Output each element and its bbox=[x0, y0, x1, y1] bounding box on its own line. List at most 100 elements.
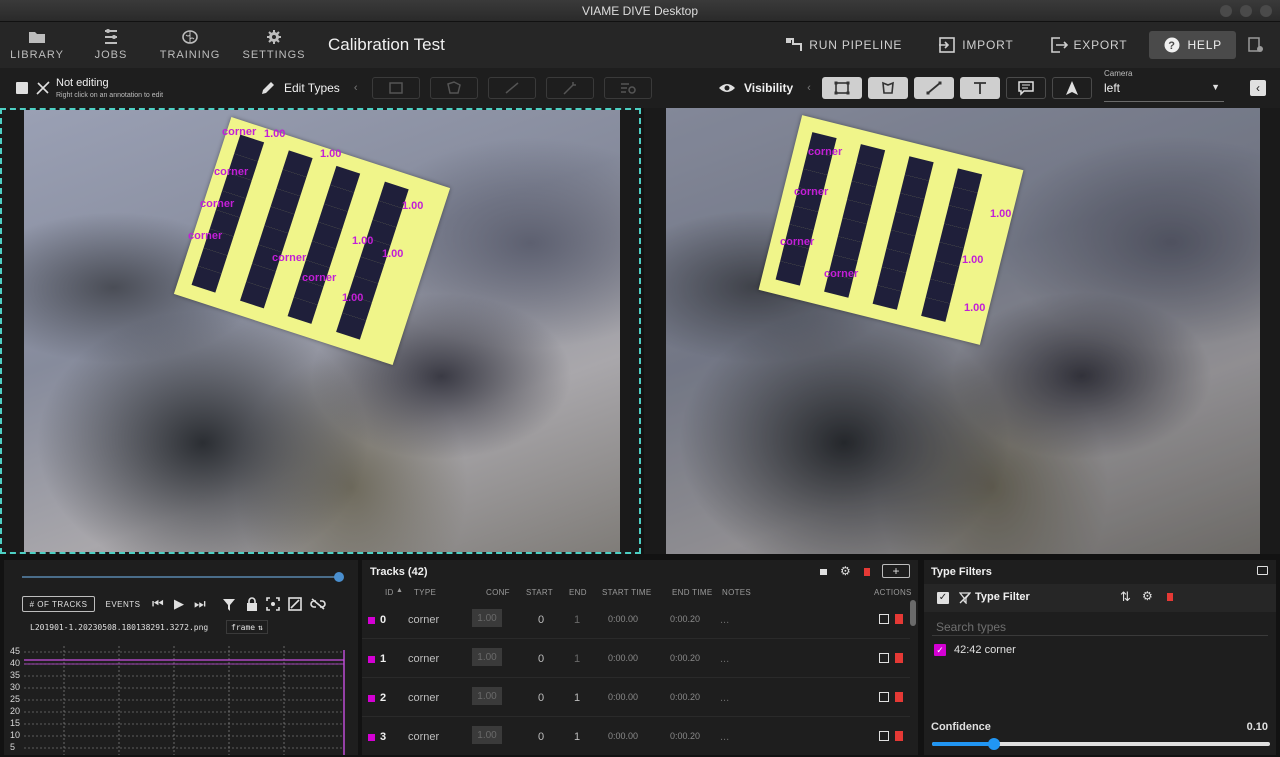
show-rectangles-toggle[interactable] bbox=[822, 77, 862, 99]
annotation-label[interactable]: corner bbox=[188, 230, 222, 242]
show-polygons-toggle[interactable] bbox=[868, 77, 908, 99]
confidence-slider[interactable] bbox=[932, 738, 1270, 750]
column-header-conf[interactable]: CONF bbox=[486, 588, 510, 597]
annotation-label[interactable]: corner bbox=[794, 186, 828, 198]
frame-slider[interactable] bbox=[22, 572, 344, 582]
track-row[interactable]: 3 corner 1.00 0 1 0:00.00 0:00.20 ... bbox=[362, 717, 910, 755]
camera-select[interactable]: Camera left ▼ bbox=[1104, 68, 1224, 108]
track-row[interactable]: 0 corner 1.00 0 1 0:00.00 0:00.20 ... bbox=[362, 600, 910, 639]
annotation-label[interactable]: corner bbox=[302, 272, 336, 284]
delete-track-icon[interactable] bbox=[895, 731, 903, 741]
column-header-end-time[interactable]: END TIME bbox=[672, 588, 712, 597]
link-off-icon[interactable] bbox=[310, 598, 326, 610]
collapse-panel-button[interactable]: ‹ bbox=[1250, 80, 1266, 96]
center-focus-icon[interactable] bbox=[266, 597, 280, 611]
minimize-button[interactable] bbox=[1220, 5, 1232, 17]
annotation-label[interactable]: corner bbox=[200, 198, 234, 210]
line-icon bbox=[926, 81, 942, 95]
nav-jobs[interactable]: JOBS bbox=[74, 22, 148, 68]
edit-segment-tool[interactable] bbox=[604, 77, 652, 99]
track-row[interactable]: 2 corner 1.00 0 1 0:00.00 0:00.20 ... bbox=[362, 678, 910, 717]
lock-icon[interactable] bbox=[246, 597, 258, 611]
window-title-bar: VIAME DIVE Desktop bbox=[0, 0, 1280, 22]
annotation-label[interactable]: corner bbox=[272, 252, 306, 264]
column-header-type[interactable]: TYPE bbox=[414, 588, 436, 597]
import-icon bbox=[939, 37, 956, 53]
run-pipeline-button[interactable]: RUN PIPELINE bbox=[771, 31, 916, 59]
show-text-toggle[interactable] bbox=[960, 77, 1000, 99]
show-lines-toggle[interactable] bbox=[914, 77, 954, 99]
annotation-confidence: 1.00 bbox=[264, 128, 286, 140]
collapse-icon[interactable] bbox=[1257, 566, 1268, 575]
column-header-end[interactable]: END bbox=[569, 588, 587, 597]
column-header-notes[interactable]: NOTES bbox=[722, 588, 751, 597]
edit-line-tool[interactable] bbox=[488, 77, 536, 99]
sort-icon[interactable]: ⇅ bbox=[1120, 589, 1131, 605]
image-edit-icon[interactable] bbox=[288, 597, 302, 611]
annotation-label[interactable]: corner bbox=[808, 146, 842, 158]
annotation-label[interactable]: corner bbox=[824, 268, 858, 280]
skip-next-icon[interactable]: ⏭ bbox=[194, 596, 206, 612]
skip-previous-icon[interactable]: ⏮ bbox=[152, 596, 164, 612]
show-tooltip-toggle[interactable] bbox=[1006, 77, 1046, 99]
no-edit-icon bbox=[36, 81, 50, 95]
delete-track-icon[interactable] bbox=[895, 692, 903, 702]
track-row[interactable]: 1 corner 1.00 0 1 0:00.00 0:00.20 ... bbox=[362, 639, 910, 678]
edit-track-icon[interactable] bbox=[879, 653, 889, 663]
delete-types-icon[interactable] bbox=[1167, 593, 1173, 601]
edit-magic-tool[interactable] bbox=[546, 77, 594, 99]
user-settings-icon[interactable] bbox=[1244, 33, 1268, 57]
select-all-icon[interactable] bbox=[820, 569, 827, 575]
track-color-chip bbox=[368, 695, 375, 702]
left-camera-view[interactable]: corner 1.00 corner 1.00 corner 1.00 corn… bbox=[0, 108, 641, 554]
edit-track-icon[interactable] bbox=[879, 614, 889, 624]
frame-unit-toggle[interactable]: frame ⇅ bbox=[226, 620, 268, 634]
svg-text:?: ? bbox=[1169, 40, 1177, 52]
add-track-button[interactable]: + bbox=[882, 564, 910, 578]
confidence-slider-thumb[interactable] bbox=[988, 738, 1000, 750]
type-list-item[interactable]: ✓ 42:42 corner bbox=[934, 642, 1016, 658]
gear-icon[interactable]: ⚙ bbox=[840, 564, 851, 578]
events-button[interactable]: EVENTS bbox=[100, 596, 146, 612]
edit-types-button[interactable]: Edit Types ‹ bbox=[260, 80, 357, 96]
delete-track-icon[interactable] bbox=[895, 614, 903, 624]
y-tick: 30 bbox=[10, 682, 21, 692]
nav-settings[interactable]: SETTINGS bbox=[232, 22, 316, 68]
delete-all-icon[interactable] bbox=[864, 568, 870, 576]
close-button[interactable] bbox=[1260, 5, 1272, 17]
column-header-id[interactable]: ID bbox=[385, 588, 394, 597]
tracks-scrollbar[interactable] bbox=[910, 600, 916, 626]
annotation-label[interactable]: corner bbox=[780, 236, 814, 248]
import-button[interactable]: IMPORT bbox=[924, 31, 1027, 59]
filter-icon[interactable] bbox=[222, 598, 236, 612]
delete-track-icon[interactable] bbox=[895, 653, 903, 663]
visibility-button[interactable]: Visibility ‹ bbox=[718, 80, 811, 96]
right-camera-view[interactable]: corner corner 1.00 corner 1.00 corner 1.… bbox=[644, 108, 1280, 554]
type-color-checkbox[interactable]: ✓ bbox=[934, 644, 946, 656]
type-filter-label: Type Filter bbox=[975, 591, 1030, 603]
nav-library[interactable]: LIBRARY bbox=[0, 22, 74, 68]
help-button[interactable]: ? HELP bbox=[1149, 31, 1236, 59]
annotation-confidence: 1.00 bbox=[320, 148, 342, 160]
annotation-label[interactable]: corner bbox=[214, 166, 248, 178]
num-tracks-button[interactable]: # OF TRACKS bbox=[22, 596, 95, 612]
export-button[interactable]: EXPORT bbox=[1036, 31, 1142, 59]
track-color-chip bbox=[368, 617, 375, 624]
maximize-button[interactable] bbox=[1240, 5, 1252, 17]
select-all-types-checkbox[interactable]: ✓ bbox=[937, 592, 949, 604]
edit-track-icon[interactable] bbox=[879, 731, 889, 741]
edit-polygon-tool[interactable] bbox=[430, 77, 478, 99]
search-types-input[interactable]: Search types bbox=[932, 614, 1268, 636]
nav-training[interactable]: TRAINING bbox=[148, 22, 232, 68]
jobs-icon bbox=[105, 29, 117, 44]
annotation-label[interactable]: corner bbox=[222, 126, 256, 138]
edit-checkbox[interactable] bbox=[16, 82, 28, 94]
play-icon[interactable]: ▶ bbox=[174, 596, 184, 612]
show-heading-toggle[interactable] bbox=[1052, 77, 1092, 99]
edit-rectangle-tool[interactable] bbox=[372, 77, 420, 99]
column-header-start-time[interactable]: START TIME bbox=[602, 588, 652, 597]
gear-icon[interactable]: ⚙ bbox=[1142, 589, 1153, 603]
confidence-label: Confidence bbox=[931, 721, 991, 733]
column-header-start[interactable]: START bbox=[526, 588, 553, 597]
edit-track-icon[interactable] bbox=[879, 692, 889, 702]
